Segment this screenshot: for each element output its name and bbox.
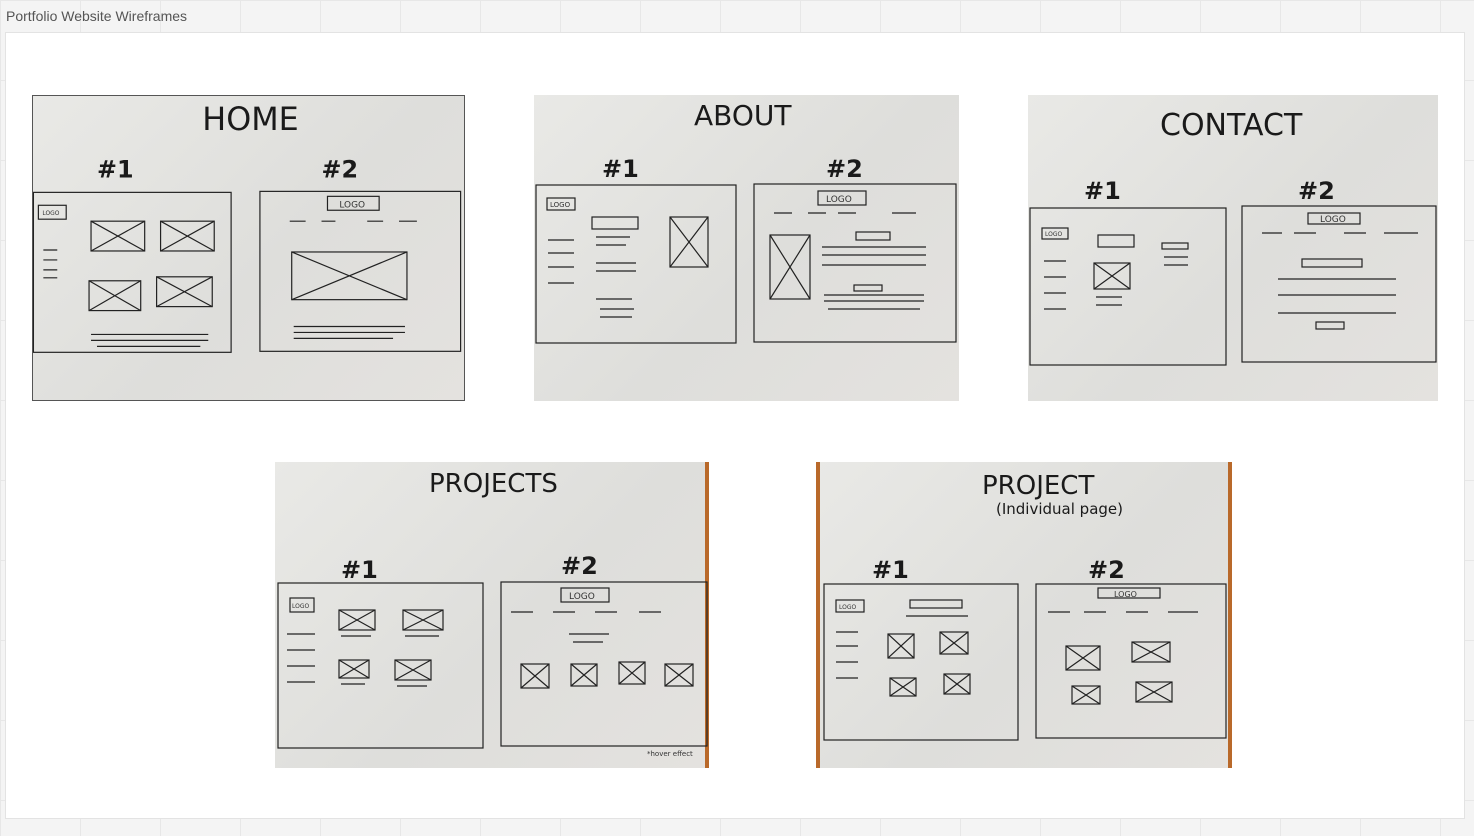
home-wireframe-1 — [33, 191, 232, 353]
contact-sketch-drawing: CONTACT #1 #2 LOGO LOGO — [1029, 108, 1437, 366]
contact-version-1-label: #1 — [1084, 177, 1121, 205]
project-version-1-label: #1 — [872, 556, 909, 584]
home-sketch-drawing: HOME #1 #2 LOGO LOGO — [33, 101, 462, 353]
projects-hover-note: *hover effect — [647, 750, 693, 758]
about-version-1-label: #1 — [602, 155, 639, 183]
project-wireframe-2 — [1035, 583, 1227, 739]
contact-title: CONTACT — [1160, 108, 1303, 143]
home-version-2-label: #2 — [322, 155, 359, 183]
board-title[interactable]: Portfolio Website Wireframes — [6, 8, 187, 24]
about-wireframe-2 — [753, 183, 957, 343]
home-title: HOME — [202, 101, 298, 138]
projects-version-1-label: #1 — [341, 556, 378, 584]
sketch-contact[interactable]: CONTACT #1 #2 LOGO LOGO — [1028, 95, 1438, 401]
sketch-about[interactable]: ABOUT #1 #2 LOGO LOGO — [534, 95, 959, 401]
project-sketch-drawing: PROJECT (Individual page) #1 #2 LOGO LOG… — [823, 471, 1227, 741]
project-subtitle: (Individual page) — [996, 500, 1123, 518]
projects-sketch-drawing: PROJECTS #1 #2 LOGO LOGO *hover effect — [277, 469, 708, 758]
about-2-logo-text: LOGO — [826, 195, 852, 205]
project-title: PROJECT — [982, 471, 1094, 501]
projects-1-logo-text: LOGO — [292, 603, 310, 610]
about-version-2-label: #2 — [826, 155, 863, 183]
contact-version-2-label: #2 — [1298, 177, 1335, 205]
contact-2-logo-text: LOGO — [1320, 215, 1346, 225]
about-1-logo-text: LOGO — [550, 201, 571, 209]
project-2-logo-text: LOGO — [1114, 590, 1137, 599]
contact-1-logo-text: LOGO — [1045, 231, 1063, 238]
home-1-logo-text: LOGO — [42, 210, 59, 217]
sketch-project-individual[interactable]: PROJECT (Individual page) #1 #2 LOGO LOG… — [816, 462, 1232, 768]
contact-wireframe-2 — [1241, 205, 1437, 363]
project-version-2-label: #2 — [1088, 556, 1125, 584]
project-1-logo-text: LOGO — [839, 604, 857, 611]
projects-version-2-label: #2 — [561, 552, 598, 580]
sketch-home[interactable]: HOME #1 #2 LOGO LOGO — [32, 95, 465, 401]
about-sketch-drawing: ABOUT #1 #2 LOGO LOGO — [535, 99, 957, 344]
about-title: ABOUT — [694, 99, 792, 132]
sketch-projects[interactable]: PROJECTS #1 #2 LOGO LOGO *hover effect — [275, 462, 709, 768]
home-2-logo-text: LOGO — [339, 200, 365, 210]
projects-title: PROJECTS — [429, 469, 558, 499]
home-version-1-label: #1 — [97, 155, 134, 183]
projects-2-logo-text: LOGO — [569, 592, 595, 602]
